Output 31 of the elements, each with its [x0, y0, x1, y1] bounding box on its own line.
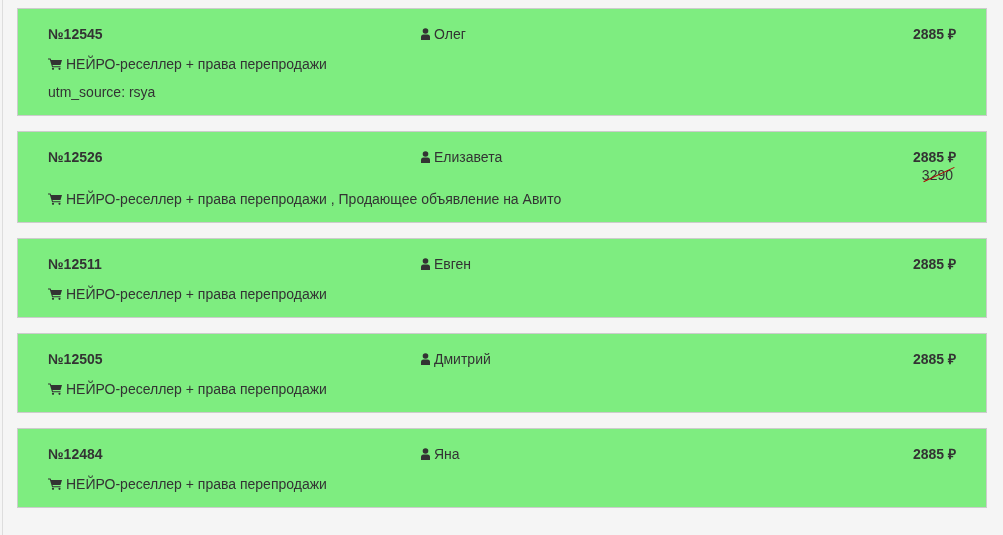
product-list: НЕЙРО-реселлер + права перепродажи	[66, 475, 327, 493]
cart-icon	[48, 478, 62, 490]
order-number: №12545	[48, 25, 104, 43]
utm-source: utm_source: rsya	[48, 83, 157, 101]
product-list: НЕЙРО-реселлер + права перепродажи , Продающее объявление на Авито	[66, 190, 562, 208]
cart-icon	[48, 193, 62, 205]
user-icon	[421, 448, 430, 460]
order-price: 2885 ₽	[912, 445, 956, 463]
order-price: 2885 ₽	[912, 350, 956, 368]
customer-name: Яна	[434, 445, 460, 463]
user-icon	[421, 258, 430, 270]
cart-icon	[48, 288, 62, 300]
customer-name: Евген	[434, 255, 472, 273]
customer-name: Олег	[434, 25, 466, 43]
user-icon	[421, 353, 430, 365]
order-number: №12484	[48, 445, 104, 463]
product-list: НЕЙРО-реселлер + права перепродажи	[66, 285, 327, 303]
user-icon	[421, 28, 430, 40]
order-price: 2885 ₽	[912, 25, 956, 43]
cart-icon	[48, 58, 62, 70]
order-price: 2885 ₽	[912, 255, 956, 273]
user-icon	[421, 151, 430, 163]
customer-name: Дмитрий	[434, 350, 491, 368]
product-list: НЕЙРО-реселлер + права перепродажи	[66, 55, 327, 73]
product-list: НЕЙРО-реселлер + права перепродажи	[66, 380, 327, 398]
order-number: №12526	[48, 148, 104, 166]
order-number: №12511	[48, 255, 103, 273]
order-number: №12505	[48, 350, 104, 368]
customer-name: Елизавета	[434, 148, 503, 166]
order-price: 2885 ₽	[912, 148, 956, 166]
cart-icon	[48, 383, 62, 395]
